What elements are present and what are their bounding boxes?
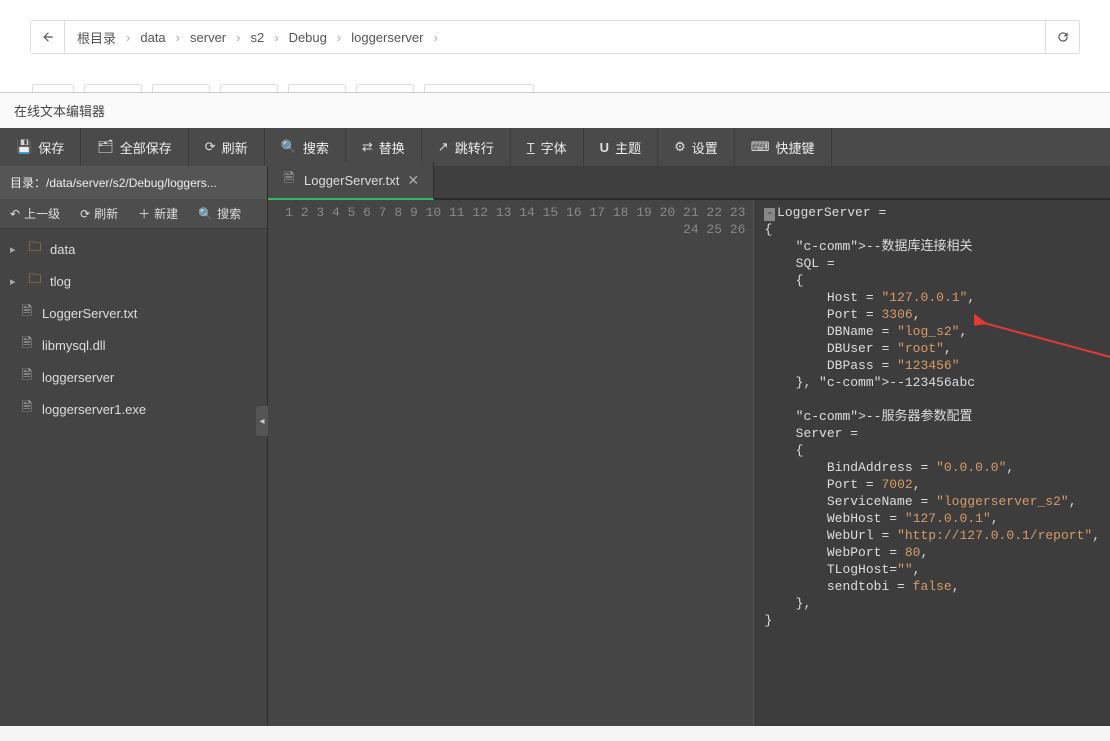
chevron-right-icon: ▸ bbox=[10, 243, 20, 256]
theme-button[interactable]: U主题 bbox=[584, 128, 658, 166]
breadcrumb-item[interactable]: 根目录 bbox=[73, 28, 120, 47]
sidebar-toolbar: ↶上一级 ⟳刷新 ＋新建 🔍搜索 bbox=[0, 199, 267, 229]
breadcrumb-item[interactable]: server bbox=[186, 30, 230, 45]
goto-icon: ↗ bbox=[438, 139, 449, 155]
sidebar-collapse-handle[interactable]: ◂ bbox=[256, 406, 268, 436]
tab-loggerserver[interactable]: 🗎 LoggerServer.txt ✕ bbox=[268, 162, 434, 200]
chevron-right-icon: ▸ bbox=[10, 275, 20, 288]
breadcrumb-item[interactable]: data bbox=[136, 30, 169, 45]
toolbar-refresh-button[interactable]: ⟳刷新 bbox=[189, 128, 265, 166]
search-button[interactable]: 🔍搜索 bbox=[265, 128, 346, 166]
replace-button[interactable]: ⇄替换 bbox=[346, 128, 422, 166]
folder-icon: 🗀 bbox=[28, 270, 42, 292]
tree-item-label: data bbox=[50, 242, 75, 257]
folder-icon: 🗀 bbox=[28, 238, 42, 260]
annotation-arrow bbox=[974, 313, 1110, 403]
settings-button[interactable]: ⚙设置 bbox=[658, 128, 735, 166]
gear-icon: ⚙ bbox=[674, 139, 686, 155]
goto-line-button[interactable]: ↗跳转行 bbox=[422, 128, 511, 166]
chevron-right-icon: › bbox=[335, 30, 343, 45]
new-button[interactable]: ＋新建 bbox=[128, 205, 188, 222]
tree-file[interactable]: 🗎 loggerserver1.exe bbox=[0, 393, 267, 425]
file-icon: 🗎 bbox=[20, 302, 34, 324]
sidebar-search-button[interactable]: 🔍搜索 bbox=[188, 205, 251, 222]
up-one-level-button[interactable]: ↶上一级 bbox=[0, 205, 70, 222]
sidebar-refresh-button[interactable]: ⟳刷新 bbox=[70, 205, 128, 222]
tab-label: LoggerServer.txt bbox=[304, 173, 399, 188]
editor-window: 在线文本编辑器 💾保存 🗂全部保存 ⟳刷新 🔍搜索 ⇄替换 ↗跳转行 T字体 U… bbox=[0, 92, 1110, 726]
save-all-icon: 🗂 bbox=[97, 139, 114, 155]
file-icon: 🗎 bbox=[282, 169, 296, 191]
shortcut-button[interactable]: ⌨快捷键 bbox=[735, 128, 832, 166]
save-all-button[interactable]: 🗂全部保存 bbox=[81, 128, 189, 166]
search-icon: 🔍 bbox=[281, 139, 297, 155]
tree-file[interactable]: 🗎 libmysql.dll bbox=[0, 329, 267, 361]
editor-toolbar: 💾保存 🗂全部保存 ⟳刷新 🔍搜索 ⇄替换 ↗跳转行 T字体 U主题 ⚙设置 ⌨… bbox=[0, 128, 1110, 166]
tree-file[interactable]: 🗎 LoggerServer.txt bbox=[0, 297, 267, 329]
tree-item-label: libmysql.dll bbox=[42, 338, 106, 353]
chevron-right-icon: › bbox=[124, 30, 132, 45]
sidebar-path-label: 目录：/data/server/s2/Debug/loggers... bbox=[0, 166, 267, 199]
breadcrumb-item[interactable]: s2 bbox=[246, 30, 268, 45]
theme-icon: U bbox=[600, 140, 609, 155]
file-icon: 🗎 bbox=[20, 334, 34, 356]
line-gutter: 1 2 3 4 5 6 7 8 9 10 11 12 13 14 15 16 1… bbox=[268, 200, 754, 726]
breadcrumb-bar: 根目录 › data › server › s2 › Debug › loggerserver › bbox=[30, 20, 1080, 54]
save-button[interactable]: 💾保存 bbox=[0, 128, 81, 166]
tab-bar: 🗎 LoggerServer.txt ✕ bbox=[268, 166, 1110, 200]
refresh-icon: ⟳ bbox=[205, 139, 216, 155]
file-tree: ▸ 🗀 data ▸ 🗀 tlog 🗎 LoggerServer.txt 🗎 libmysql.d… bbox=[0, 229, 267, 726]
file-icon: 🗎 bbox=[20, 366, 34, 388]
font-button[interactable]: T字体 bbox=[511, 128, 584, 166]
chevron-right-icon: › bbox=[431, 30, 439, 45]
breadcrumbs: 根目录 › data › server › s2 › Debug › loggerserver › bbox=[65, 28, 1045, 47]
editor-window-title: 在线文本编辑器 bbox=[0, 93, 1110, 128]
refresh-icon: ⟳ bbox=[80, 207, 90, 221]
tree-item-label: loggerserver1.exe bbox=[42, 402, 146, 417]
up-icon: ↶ bbox=[10, 207, 20, 221]
keyboard-icon: ⌨ bbox=[751, 139, 770, 155]
breadcrumb-item[interactable]: Debug bbox=[285, 30, 331, 45]
tab-close-icon[interactable]: ✕ bbox=[407, 172, 419, 189]
code-editor[interactable]: 1 2 3 4 5 6 7 8 9 10 11 12 13 14 15 16 1… bbox=[268, 200, 1110, 726]
tree-item-label: loggerserver bbox=[42, 370, 114, 385]
tree-file[interactable]: 🗎 loggerserver bbox=[0, 361, 267, 393]
chevron-right-icon: › bbox=[234, 30, 242, 45]
breadcrumb-refresh-button[interactable] bbox=[1045, 21, 1079, 53]
chevron-right-icon: › bbox=[174, 30, 182, 45]
back-button[interactable] bbox=[31, 21, 65, 53]
editor-main: 🗎 LoggerServer.txt ✕ 1 2 3 4 5 6 7 8 9 1… bbox=[268, 166, 1110, 726]
tree-item-label: LoggerServer.txt bbox=[42, 306, 137, 321]
tree-folder[interactable]: ▸ 🗀 data bbox=[0, 233, 267, 265]
plus-icon: ＋ bbox=[138, 205, 150, 222]
breadcrumb-item[interactable]: loggerserver bbox=[347, 30, 427, 45]
replace-icon: ⇄ bbox=[362, 139, 373, 155]
save-icon: 💾 bbox=[16, 139, 32, 155]
sidebar: 目录：/data/server/s2/Debug/loggers... ↶上一级… bbox=[0, 166, 268, 726]
search-icon: 🔍 bbox=[198, 207, 213, 221]
file-icon: 🗎 bbox=[20, 398, 34, 420]
chevron-right-icon: › bbox=[272, 30, 280, 45]
font-icon: T bbox=[527, 140, 535, 155]
code-content[interactable]: -LoggerServer = { "c-comm">--数据库连接相关 SQL… bbox=[754, 200, 1110, 726]
tree-item-label: tlog bbox=[50, 274, 71, 289]
tree-folder[interactable]: ▸ 🗀 tlog bbox=[0, 265, 267, 297]
